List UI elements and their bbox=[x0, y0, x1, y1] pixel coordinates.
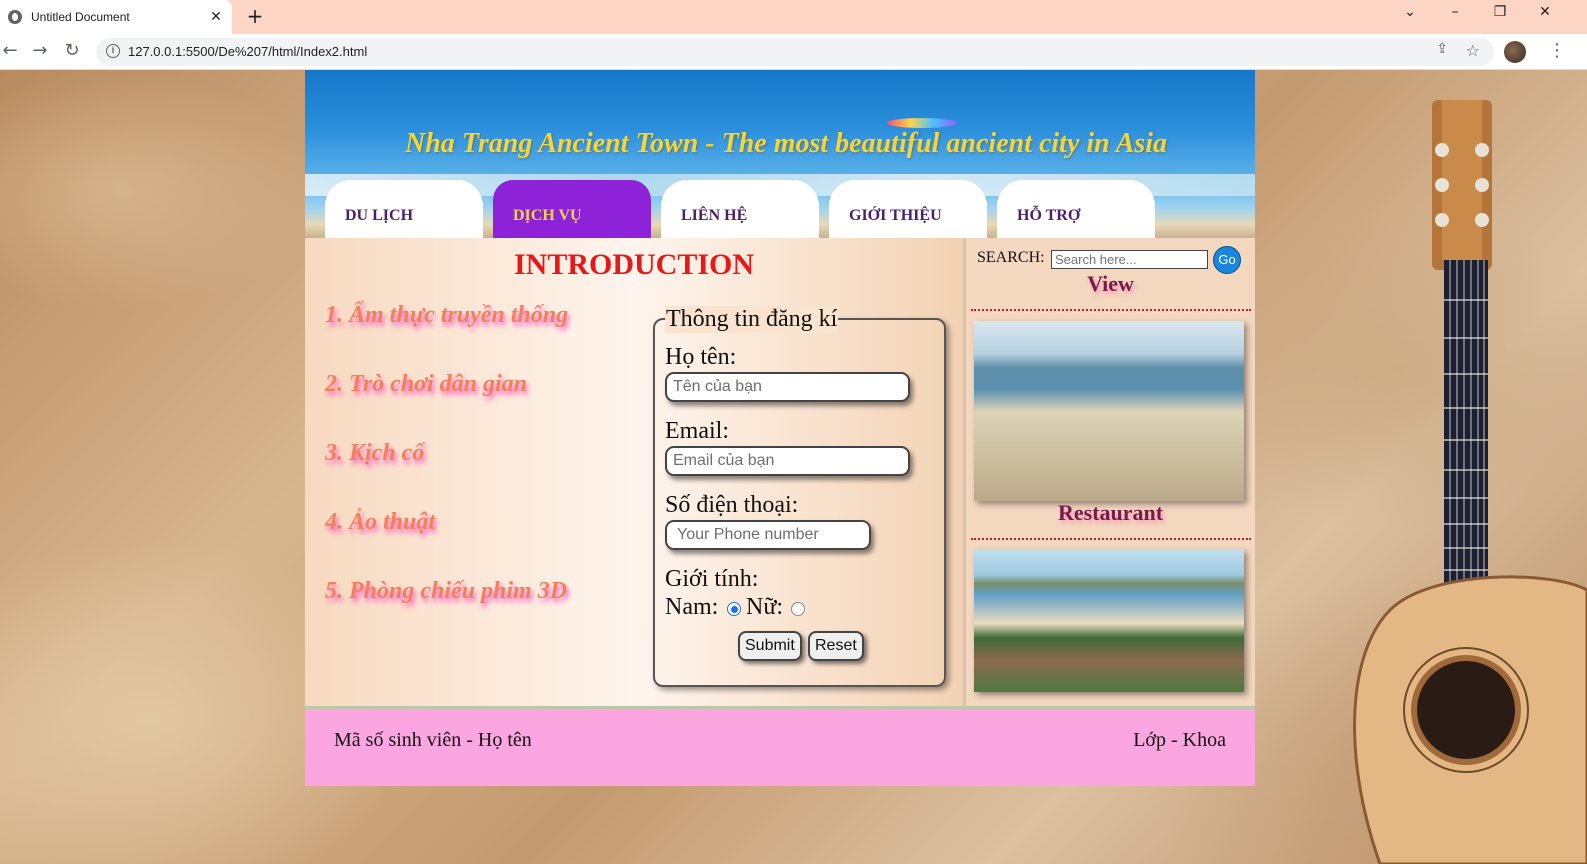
coastline-photo bbox=[974, 549, 1244, 692]
url-text[interactable]: 127.0.0.1:5500/De%207/html/Index2.html bbox=[128, 44, 367, 59]
female-radio[interactable] bbox=[791, 602, 805, 616]
main-content: INTRODUCTION 1. Ẩm thực truyền thống 2. … bbox=[305, 238, 963, 706]
page-title: INTRODUCTION bbox=[513, 248, 755, 281]
name-field[interactable] bbox=[665, 372, 910, 402]
phone-field[interactable] bbox=[665, 520, 871, 550]
beach-photo bbox=[974, 321, 1244, 501]
tab-search-icon[interactable]: ⌄ bbox=[1395, 4, 1425, 20]
list-item: 5. Phòng chiếu phim 3D bbox=[325, 578, 568, 604]
close-window-icon[interactable]: ✕ bbox=[1530, 4, 1560, 20]
profile-avatar[interactable] bbox=[1504, 41, 1526, 63]
search-input[interactable] bbox=[1051, 250, 1208, 269]
nav-item-du-lich[interactable]: DU LỊCH bbox=[325, 180, 483, 238]
email-field[interactable] bbox=[665, 446, 910, 476]
new-tab-button[interactable]: + bbox=[244, 5, 266, 27]
reset-button[interactable]: Reset bbox=[808, 631, 864, 661]
guitar-background-image bbox=[1353, 100, 1587, 864]
male-radio[interactable] bbox=[727, 602, 741, 616]
banner-kite bbox=[887, 118, 957, 128]
tab-title: Untitled Document bbox=[31, 10, 130, 24]
registration-form: Thông tin đăng kí Họ tên: Email: Số điện… bbox=[653, 306, 946, 687]
forward-icon[interactable]: → bbox=[28, 40, 52, 61]
divider bbox=[971, 538, 1251, 540]
name-label: Họ tên: bbox=[665, 344, 737, 370]
search-label: SEARCH: bbox=[977, 249, 1045, 266]
restore-icon[interactable]: ❐ bbox=[1485, 4, 1515, 20]
divider bbox=[971, 309, 1251, 311]
site-info-icon[interactable]: i bbox=[106, 44, 120, 58]
list-item: 1. Ẩm thực truyền thống bbox=[325, 302, 569, 328]
main-nav: DU LỊCH DỊCH VỤ LIÊN HỆ GIỚI THIỆU HỖ TR… bbox=[325, 180, 1165, 238]
list-item: 2. Trò chơi dân gian bbox=[325, 371, 528, 397]
view-heading: View bbox=[1087, 271, 1134, 296]
footer-student-info: Mã số sinh viên - Họ tên bbox=[334, 729, 532, 751]
female-label: Nữ: bbox=[746, 594, 784, 620]
go-button[interactable]: Go bbox=[1213, 246, 1241, 274]
browser-tab[interactable]: Untitled Document ✕ bbox=[0, 0, 232, 34]
submit-button[interactable]: Submit bbox=[738, 631, 802, 661]
gender-label: Giới tính: bbox=[665, 566, 759, 592]
nav-item-gioi-thieu[interactable]: GIỚI THIỆU bbox=[829, 180, 987, 238]
browser-tab-strip: Untitled Document ✕ + ⌄ – ❐ ✕ bbox=[0, 0, 1587, 34]
reload-icon[interactable]: ↻ bbox=[60, 40, 84, 61]
bookmark-star-icon[interactable]: ☆ bbox=[1466, 41, 1480, 60]
male-label: Nam: bbox=[665, 594, 719, 620]
restaurant-caption: Restaurant bbox=[1057, 500, 1164, 525]
form-legend: Thông tin đăng kí bbox=[665, 306, 839, 333]
page-container: Nha Trang Ancient Town - The most beauti… bbox=[305, 70, 1255, 786]
list-item: 3. Kịch cổ bbox=[325, 440, 425, 466]
browser-menu-icon[interactable]: ⋮ bbox=[1548, 40, 1566, 61]
minimize-icon[interactable]: – bbox=[1440, 4, 1470, 20]
page-viewport: Nha Trang Ancient Town - The most beauti… bbox=[0, 70, 1587, 864]
email-label: Email: bbox=[665, 418, 729, 444]
intro-list: 1. Ẩm thực truyền thống 2. Trò chơi dân … bbox=[325, 302, 568, 647]
phone-label: Số điện thoại: bbox=[665, 492, 799, 518]
footer-class-info: Lớp - Khoa bbox=[1133, 729, 1226, 751]
back-icon[interactable]: ← bbox=[0, 40, 22, 61]
omnibox[interactable]: i 127.0.0.1:5500/De%207/html/Index2.html… bbox=[96, 38, 1494, 66]
nav-item-lien-he[interactable]: LIÊN HỆ bbox=[661, 180, 819, 238]
share-icon[interactable]: ⇪ bbox=[1436, 41, 1448, 57]
nav-item-dich-vu[interactable]: DỊCH VỤ bbox=[493, 180, 651, 238]
site-title: Nha Trang Ancient Town - The most beauti… bbox=[405, 128, 1168, 159]
close-tab-icon[interactable]: ✕ bbox=[204, 9, 228, 25]
footer: Mã số sinh viên - Họ tên Lớp - Khoa bbox=[305, 706, 1255, 786]
nav-item-ho-tro[interactable]: HỖ TRỢ bbox=[997, 180, 1155, 238]
list-item: 4. Ảo thuật bbox=[325, 509, 436, 535]
address-bar: ← → ↻ i 127.0.0.1:5500/De%207/html/Index… bbox=[0, 34, 1587, 70]
globe-icon bbox=[8, 10, 22, 24]
header-banner: Nha Trang Ancient Town - The most beauti… bbox=[305, 70, 1255, 238]
sidebar: SEARCH: Go View Restaurant bbox=[963, 238, 1255, 706]
